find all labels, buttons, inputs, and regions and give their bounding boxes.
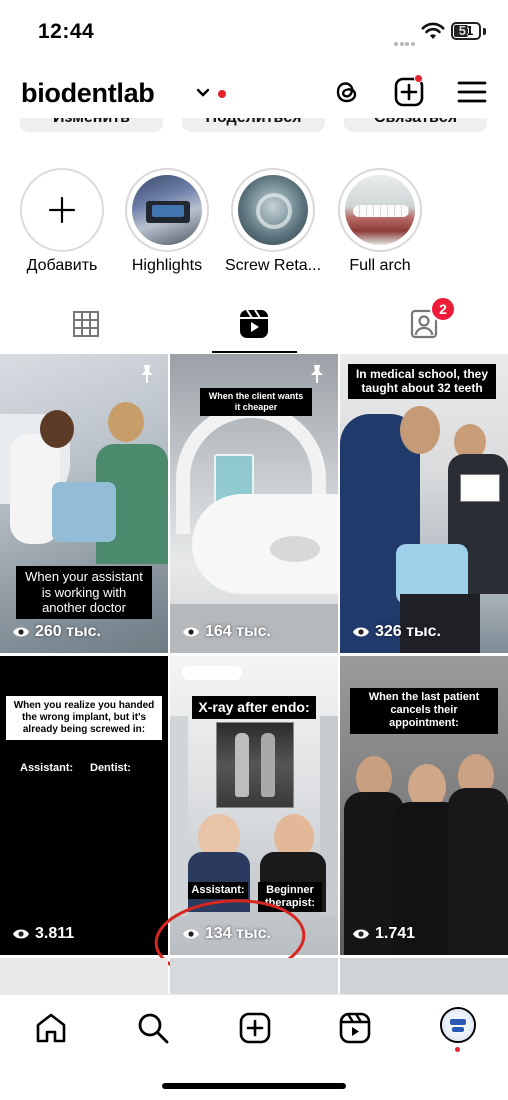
view-count: 326 тыс. xyxy=(352,623,441,641)
view-count: 3.811 xyxy=(12,925,74,943)
reel-caption: When you realize you handed the wrong im… xyxy=(6,696,162,740)
reel-thumbnail[interactable]: When the last patient cancels their appo… xyxy=(340,656,508,955)
threads-icon[interactable] xyxy=(331,76,363,108)
reels-grid: When your assistant is working with anot… xyxy=(0,354,508,994)
share-profile-button[interactable]: Поделиться xyxy=(182,118,325,132)
signal-icon xyxy=(394,33,416,46)
status-bar: 12:44 51 xyxy=(0,0,508,62)
username-switcher[interactable]: biodentlab xyxy=(21,78,155,109)
profile-notification-dot xyxy=(455,1047,460,1052)
highlight-cover xyxy=(238,175,308,245)
highlight-label: Full arch xyxy=(349,257,411,274)
assistant-label: Assistant: xyxy=(20,762,74,774)
battery-icon: 51 xyxy=(451,22,481,40)
active-tab-indicator xyxy=(212,351,297,353)
home-indicator[interactable] xyxy=(162,1083,346,1089)
reel-caption: When the client wants it cheaper xyxy=(200,388,312,416)
reel-caption: In medical school, they taught about 32 … xyxy=(348,364,496,399)
play-eye-icon xyxy=(353,627,369,637)
highlight-add[interactable]: Добавить xyxy=(20,168,104,274)
play-eye-icon xyxy=(183,627,199,637)
highlight-cover xyxy=(132,175,202,245)
menu-icon[interactable] xyxy=(456,76,488,108)
xray-image xyxy=(216,722,294,808)
grid-tab-icon[interactable] xyxy=(68,306,104,342)
reel-caption: When the last patient cancels their appo… xyxy=(350,688,498,734)
status-time: 12:44 xyxy=(38,20,95,43)
chevron-down-icon[interactable] xyxy=(196,87,210,99)
edit-profile-button[interactable]: Изменить xyxy=(20,118,163,132)
create-notification-dot xyxy=(414,74,423,83)
profile-tabs: 2 xyxy=(0,296,508,354)
plus-icon xyxy=(48,196,76,224)
contact-button[interactable]: Связаться xyxy=(344,118,487,132)
reel-thumbnail[interactable]: When your assistant is working with anot… xyxy=(0,354,168,653)
dentist-label: Dentist: xyxy=(90,762,131,774)
reel-caption: X-ray after endo: xyxy=(192,696,316,719)
view-count-value: 3.811 xyxy=(35,925,75,942)
battery-cap xyxy=(483,28,486,35)
search-icon[interactable] xyxy=(136,1011,170,1045)
view-count: 260 тыс. xyxy=(12,623,101,641)
reel-thumbnail[interactable] xyxy=(170,958,338,994)
profile-avatar[interactable] xyxy=(440,1007,476,1043)
view-count: 1.741 xyxy=(352,925,415,943)
view-count: 164 тыс. xyxy=(182,623,271,641)
create-icon[interactable] xyxy=(238,1011,272,1045)
view-count-value: 326 тыс. xyxy=(375,623,441,640)
profile-header: biodentlab xyxy=(0,62,508,126)
reels-tab-icon[interactable] xyxy=(236,306,272,342)
notification-dot xyxy=(218,90,226,98)
reel-thumbnail[interactable]: In medical school, they taught about 32 … xyxy=(340,354,508,653)
view-count-value: 1.741 xyxy=(375,925,416,942)
home-icon[interactable] xyxy=(34,1011,68,1045)
view-count-value: 164 тыс. xyxy=(205,623,271,640)
reels-icon[interactable] xyxy=(338,1011,372,1045)
bottom-navigation xyxy=(0,994,508,1100)
reel-caption: When your assistant is working with anot… xyxy=(16,566,152,619)
profile-actions: Изменить Поделиться Связаться xyxy=(0,118,508,136)
highlight-cover xyxy=(345,175,415,245)
reel-thumbnail[interactable]: When you realize you handed the wrong im… xyxy=(0,656,168,955)
pin-icon xyxy=(311,365,323,383)
highlight-item[interactable]: Screw Reta... xyxy=(225,168,321,274)
reel-thumbnail[interactable] xyxy=(0,958,168,994)
play-eye-icon xyxy=(353,929,369,939)
reel-thumbnail[interactable]: When the client wants it cheaper 164 тыс… xyxy=(170,354,338,653)
wifi-icon xyxy=(421,22,445,39)
tagged-count-badge: 2 xyxy=(430,296,456,322)
highlight-item[interactable]: Highlights xyxy=(125,168,209,274)
add-highlight-ring[interactable] xyxy=(20,168,104,252)
reel-thumbnail[interactable] xyxy=(340,958,508,994)
play-eye-icon xyxy=(13,929,29,939)
battery-level: 51 xyxy=(458,23,474,38)
pin-icon xyxy=(141,365,153,383)
highlight-item[interactable]: Full arch xyxy=(338,168,422,274)
play-eye-icon xyxy=(13,627,29,637)
view-count-value: 260 тыс. xyxy=(35,623,101,640)
